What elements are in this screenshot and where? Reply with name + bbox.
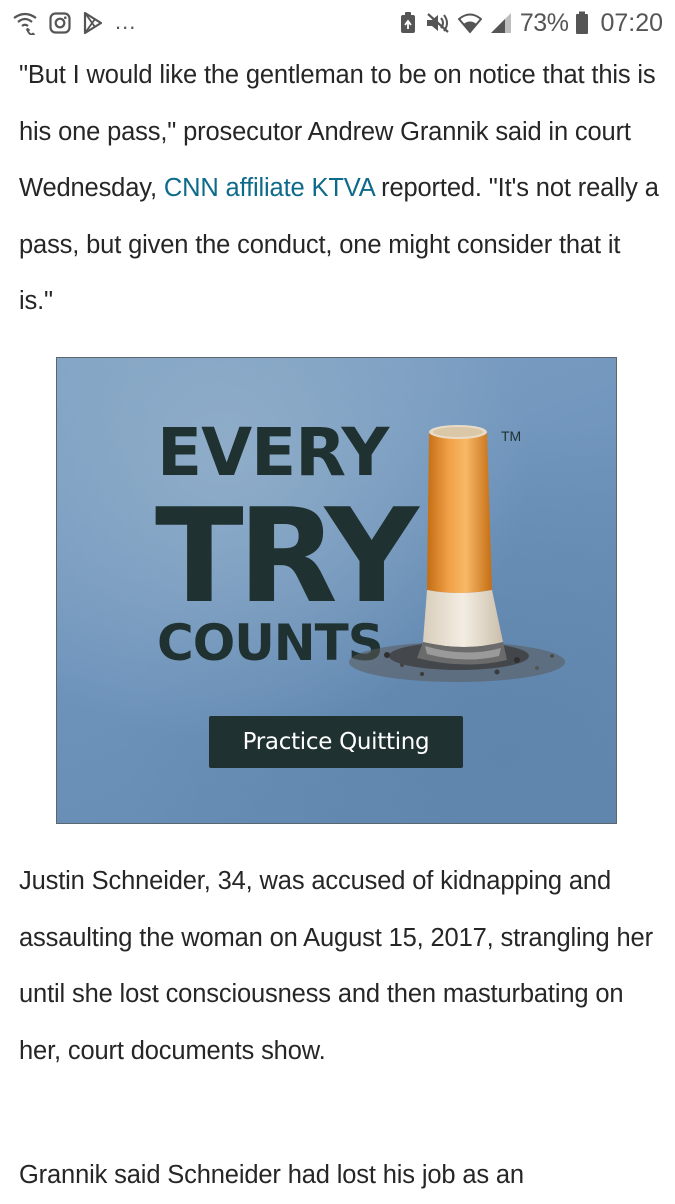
- status-left: ...: [12, 9, 136, 37]
- more-notifications: ...: [115, 9, 137, 34]
- status-right: 73% 07:20: [398, 7, 663, 39]
- play-store-icon: [82, 11, 104, 35]
- wifi-icon: [457, 11, 482, 35]
- wifi-calling-icon: [12, 11, 38, 35]
- advertisement[interactable]: EVERY TRY COUNTS TM Practice Quitting: [56, 357, 617, 824]
- practice-quitting-button[interactable]: Practice Quitting: [209, 716, 463, 768]
- cigarette-butt-icon: [347, 420, 577, 705]
- article-paragraph-3: Grannik said Schneider had lost his job …: [19, 1161, 524, 1189]
- mute-icon: [425, 12, 451, 34]
- signal-icon: [489, 11, 513, 35]
- battery-percent: 73%: [519, 8, 569, 37]
- cnn-affiliate-link[interactable]: CNN affiliate KTVA: [164, 174, 375, 202]
- status-bar: ... 73% 07:20: [0, 0, 675, 46]
- instagram-icon: [49, 12, 71, 34]
- recycle-icon: [398, 11, 418, 35]
- clock: 07:20: [600, 8, 663, 37]
- article-paragraph-1: "But I would like the gentleman to be on…: [19, 47, 659, 330]
- article-paragraph-2: Justin Schneider, 34, was accused of kid…: [19, 867, 653, 1065]
- battery-icon: [575, 11, 589, 35]
